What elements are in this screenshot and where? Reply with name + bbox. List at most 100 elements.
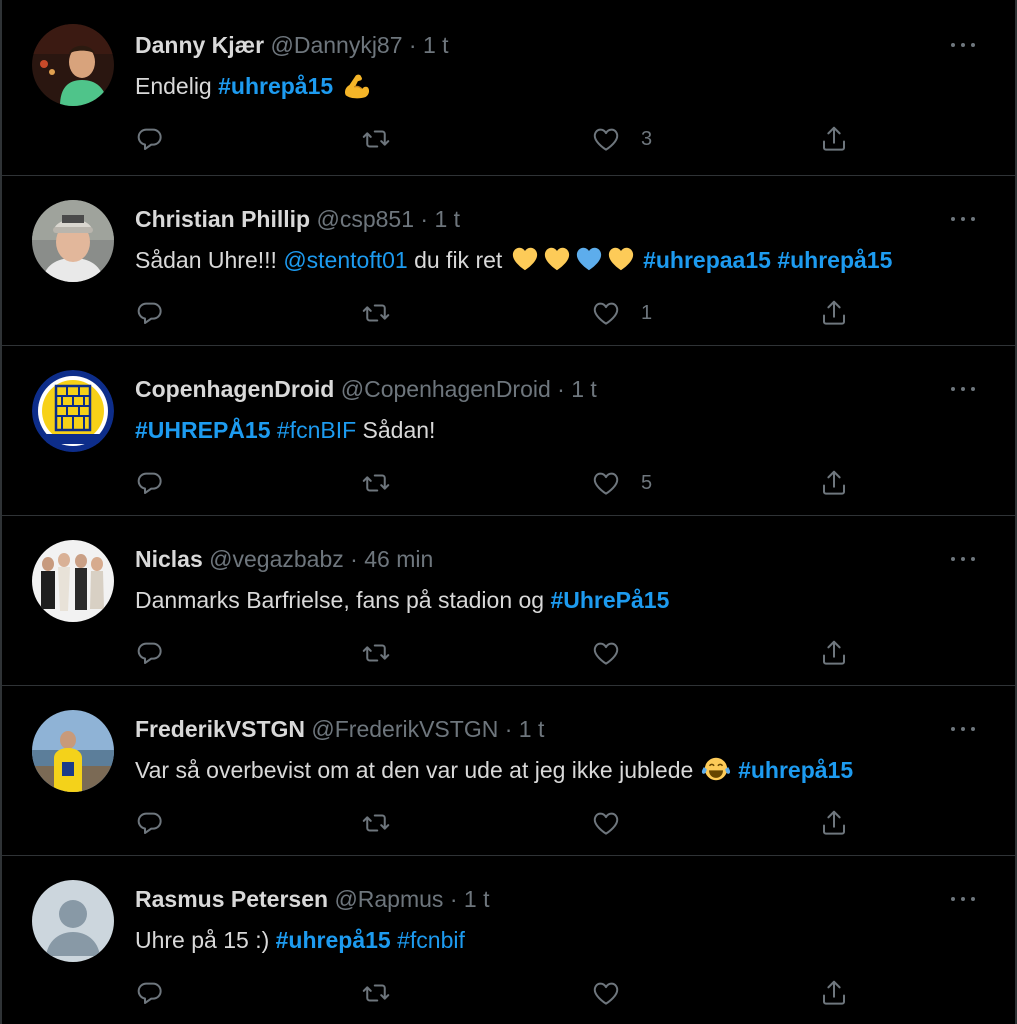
share-button[interactable] bbox=[819, 466, 849, 500]
tweet[interactable]: CopenhagenDroid @CopenhagenDroid · 1 t #… bbox=[2, 346, 1015, 516]
retweet-button[interactable] bbox=[361, 806, 391, 840]
share-icon bbox=[819, 808, 849, 838]
tweet-actions: 1 bbox=[135, 296, 875, 330]
tweet-feed: Danny Kjær @Dannykj87 · 1 t Endelig #uhr… bbox=[0, 0, 1017, 1024]
tweet-actions: 3 bbox=[135, 122, 875, 156]
hashtag-link[interactable]: #fcnBIF bbox=[277, 417, 356, 443]
tweet-time[interactable]: 1 t bbox=[519, 716, 545, 742]
reply-button[interactable] bbox=[135, 122, 165, 156]
author-name[interactable]: Rasmus Petersen bbox=[135, 886, 328, 912]
like-button[interactable] bbox=[591, 636, 641, 670]
author-name[interactable]: Niclas bbox=[135, 546, 203, 572]
author-name[interactable]: Christian Phillip bbox=[135, 206, 310, 232]
author-handle[interactable]: @vegazbabz bbox=[209, 546, 344, 572]
avatar[interactable] bbox=[32, 200, 114, 282]
blue-heart-emoji bbox=[574, 245, 604, 273]
tweet-time[interactable]: 46 min bbox=[364, 546, 433, 572]
heart-icon bbox=[591, 638, 621, 668]
tweet[interactable]: Rasmus Petersen @Rapmus · 1 t Uhre på 15… bbox=[2, 856, 1015, 1024]
like-button[interactable]: 3 bbox=[591, 122, 652, 156]
like-button[interactable]: 5 bbox=[591, 466, 652, 500]
more-icon[interactable] bbox=[949, 214, 977, 224]
reply-icon bbox=[135, 124, 165, 154]
retweet-button[interactable] bbox=[361, 122, 391, 156]
yellow-heart-emoji bbox=[542, 245, 572, 273]
author-handle[interactable]: @Rapmus bbox=[334, 886, 443, 912]
more-icon[interactable] bbox=[949, 554, 977, 564]
retweet-button[interactable] bbox=[361, 296, 391, 330]
author-handle[interactable]: @Dannykj87 bbox=[270, 32, 402, 58]
reply-button[interactable] bbox=[135, 806, 165, 840]
tweet-time[interactable]: 1 t bbox=[571, 376, 597, 402]
hashtag-link[interactable]: #uhrepå15 bbox=[218, 73, 333, 99]
retweet-button[interactable] bbox=[361, 976, 391, 1010]
tweet-time[interactable]: 1 t bbox=[434, 206, 460, 232]
hashtag-link[interactable]: #uhrepå15 bbox=[738, 757, 853, 783]
tweet[interactable]: Danny Kjær @Dannykj87 · 1 t Endelig #uhr… bbox=[2, 0, 1015, 176]
share-button[interactable] bbox=[819, 636, 849, 670]
avatar[interactable] bbox=[32, 540, 114, 622]
tweet-text: Uhre på 15 :) #uhrepå15 #fcnbif bbox=[135, 924, 465, 956]
separator-dot: · bbox=[350, 546, 358, 572]
tweet-actions bbox=[135, 636, 875, 670]
like-button[interactable]: 1 bbox=[591, 296, 652, 330]
reply-button[interactable] bbox=[135, 636, 165, 670]
avatar[interactable] bbox=[32, 880, 114, 962]
like-button[interactable] bbox=[591, 976, 641, 1010]
tweet[interactable]: Niclas @vegazbabz · 46 min Danmarks Barf… bbox=[2, 516, 1015, 686]
hashtag-link[interactable]: #UhrePå15 bbox=[550, 587, 669, 613]
author-handle[interactable]: @CopenhagenDroid bbox=[341, 376, 551, 402]
hashtag-link[interactable]: #uhrepå15 bbox=[777, 247, 892, 273]
author-name[interactable]: Danny Kjær bbox=[135, 32, 264, 58]
author-handle[interactable]: @FrederikVSTGN bbox=[311, 716, 498, 742]
tweet-time[interactable]: 1 t bbox=[423, 32, 449, 58]
tweet-header: Danny Kjær @Dannykj87 · 1 t bbox=[135, 30, 449, 60]
retweet-button[interactable] bbox=[361, 466, 391, 500]
share-button[interactable] bbox=[819, 122, 849, 156]
tweet-text-segment: Sådan! bbox=[356, 417, 436, 443]
like-count: 5 bbox=[641, 471, 653, 494]
reply-button[interactable] bbox=[135, 976, 165, 1010]
avatar[interactable] bbox=[32, 710, 114, 792]
tweet[interactable]: Christian Phillip @csp851 · 1 t Sådan Uh… bbox=[2, 176, 1015, 346]
avatar[interactable] bbox=[32, 24, 114, 106]
reply-icon bbox=[135, 298, 165, 328]
tweet[interactable]: FrederikVSTGN @FrederikVSTGN · 1 t Var s… bbox=[2, 686, 1015, 856]
hashtag-link[interactable]: #fcnbif bbox=[397, 927, 465, 953]
tweet-text-segment: Var så overbevist om at den var ude at j… bbox=[135, 757, 700, 783]
more-icon[interactable] bbox=[949, 724, 977, 734]
retweet-icon bbox=[361, 638, 391, 668]
hashtag-link[interactable]: #UHREPÅ15 bbox=[135, 417, 271, 443]
author-name[interactable]: FrederikVSTGN bbox=[135, 716, 305, 742]
tweet-header: Niclas @vegazbabz · 46 min bbox=[135, 544, 433, 574]
more-icon[interactable] bbox=[949, 40, 977, 50]
hashtag-link[interactable]: #uhrepå15 bbox=[276, 927, 391, 953]
reply-button[interactable] bbox=[135, 466, 165, 500]
tweet-time[interactable]: 1 t bbox=[464, 886, 490, 912]
like-button[interactable] bbox=[591, 806, 641, 840]
reply-button[interactable] bbox=[135, 296, 165, 330]
share-button[interactable] bbox=[819, 806, 849, 840]
share-button[interactable] bbox=[819, 976, 849, 1010]
tweet-header: FrederikVSTGN @FrederikVSTGN · 1 t bbox=[135, 714, 544, 744]
more-icon[interactable] bbox=[949, 384, 977, 394]
hashtag-link[interactable]: #uhrepaa15 bbox=[643, 247, 771, 273]
tears-of-joy-emoji bbox=[701, 755, 731, 783]
retweet-button[interactable] bbox=[361, 636, 391, 670]
retweet-icon bbox=[361, 468, 391, 498]
mention-link[interactable]: @stentoft01 bbox=[283, 247, 407, 273]
separator-dot: · bbox=[557, 376, 565, 402]
tweet-actions bbox=[135, 976, 875, 1010]
author-handle[interactable]: @csp851 bbox=[316, 206, 414, 232]
more-icon[interactable] bbox=[949, 894, 977, 904]
tweet-text: #UHREPÅ15 #fcnBIF Sådan! bbox=[135, 414, 435, 446]
avatar[interactable] bbox=[32, 370, 114, 452]
author-name[interactable]: CopenhagenDroid bbox=[135, 376, 334, 402]
separator-dot: · bbox=[504, 716, 513, 742]
reply-icon bbox=[135, 468, 165, 498]
heart-icon bbox=[591, 808, 621, 838]
share-button[interactable] bbox=[819, 296, 849, 330]
separator-dot: · bbox=[449, 886, 458, 912]
tweet-text-segment: du fik ret bbox=[407, 247, 509, 273]
share-icon bbox=[819, 468, 849, 498]
